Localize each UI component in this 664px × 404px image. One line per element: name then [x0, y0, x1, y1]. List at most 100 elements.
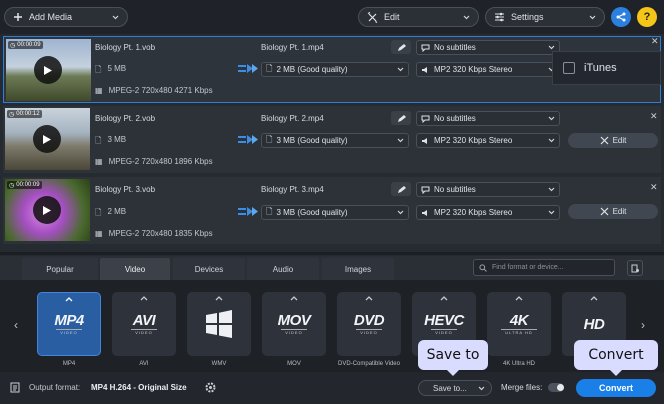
itunes-label: iTunes [584, 62, 617, 74]
convert-arrow-icon [237, 206, 259, 217]
settings-label: Settings [511, 12, 544, 22]
itunes-option[interactable]: iTunes [552, 51, 661, 85]
play-button[interactable] [34, 56, 62, 84]
chevron-down-icon [548, 187, 555, 192]
share-button[interactable] [611, 7, 631, 27]
gear-icon[interactable] [205, 382, 216, 393]
convert-button[interactable]: Convert [576, 379, 656, 397]
convert-tooltip-text: Convert [588, 347, 644, 363]
format-mp4[interactable]: MP4 VIDEO [37, 292, 101, 356]
subtitles-select[interactable]: No subtitles [416, 40, 560, 55]
tools-icon [600, 136, 609, 145]
audio-track-select[interactable]: MP2 320 Kbps Stereo [416, 133, 560, 148]
tab-popular[interactable]: Popular [22, 258, 98, 280]
rename-button[interactable] [391, 111, 411, 125]
video-thumbnail[interactable]: ◷ 00:00:12 [5, 108, 90, 170]
subtitles-select[interactable]: No subtitles [416, 111, 560, 126]
caret-up-icon [337, 296, 401, 301]
rename-button[interactable] [391, 182, 411, 196]
device-detect-button[interactable] [627, 260, 643, 276]
remove-file-icon[interactable]: ✕ [650, 182, 658, 193]
save-to-label: Save to... [433, 383, 467, 393]
audio-track-text: MP2 320 Kbps Stereo [434, 208, 513, 217]
audio-track-select[interactable]: MP2 320 Kbps Stereo [416, 62, 560, 77]
format-mov[interactable]: MOV VIDEO [262, 292, 326, 356]
convert-label: Convert [598, 383, 633, 393]
format-search-input[interactable]: Find format or device... [473, 259, 615, 276]
format-logo-sub: VIDEO [281, 329, 307, 335]
format-4k[interactable]: 4K ULTRA HD [487, 292, 551, 356]
tab-video[interactable]: Video [100, 258, 170, 280]
play-button[interactable] [33, 125, 61, 153]
format-dvd[interactable]: DVD VIDEO [337, 292, 401, 356]
pencil-icon [397, 43, 406, 52]
speech-bubble-icon [421, 115, 430, 123]
format-logo: HEVC [424, 312, 464, 329]
video-thumbnail[interactable]: ◷ 00:00:09 [6, 39, 91, 101]
caret-up-icon [187, 296, 251, 301]
caret-up-icon [38, 297, 100, 302]
clock-icon: ◷ [9, 182, 15, 189]
itunes-checkbox[interactable] [563, 62, 575, 74]
format-avi[interactable]: AVI VIDEO [112, 292, 176, 356]
output-quality-select[interactable]: 🗋 3 MB (Good quality) [261, 133, 409, 148]
edit-button[interactable]: Edit [568, 204, 658, 219]
caret-up-icon [112, 296, 176, 301]
pencil-icon [397, 114, 406, 123]
output-quality-text: 3 MB (Good quality) [276, 208, 348, 217]
duration-badge: ◷ 00:00:09 [7, 181, 42, 189]
settings-menu-button[interactable]: Settings [485, 7, 605, 27]
source-file-name: Biology Pt. 2.vob [95, 114, 156, 123]
format-logo: MP4 [54, 312, 84, 329]
clock-icon: ◷ [10, 42, 16, 49]
edit-menu-button[interactable]: Edit [358, 7, 479, 27]
play-icon [42, 134, 52, 145]
output-quality-select[interactable]: 🗋 3 MB (Good quality) [261, 205, 409, 220]
source-codec: ▦ MPEG-2 720x480 1896 Kbps [95, 157, 213, 166]
format-label: AVI [139, 361, 149, 367]
subtitles-text: No subtitles [434, 185, 476, 194]
subtitles-select[interactable]: No subtitles [416, 182, 560, 197]
remove-file-icon[interactable]: ✕ [650, 111, 658, 122]
file-row-2[interactable]: ◷ 00:00:12 Biology Pt. 2.vob 🗋 3 MB ▦ MPEG-… [3, 106, 661, 173]
audio-track-text: MP2 320 Kbps Stereo [434, 136, 513, 145]
output-format-label: Output format: [29, 383, 81, 392]
file-icon: 🗋 [266, 63, 273, 73]
tab-audio[interactable]: Audio [247, 258, 319, 280]
save-to-tooltip: Save to [418, 340, 488, 376]
output-quality-text: 3 MB (Good quality) [276, 136, 348, 145]
format-wmv[interactable] [187, 292, 251, 356]
edit-button[interactable]: Edit [568, 133, 658, 148]
help-button[interactable]: ? [637, 7, 657, 27]
sliders-icon [494, 12, 505, 22]
caret-up-icon [412, 296, 476, 301]
chevron-left-icon[interactable]: ‹ [14, 318, 18, 332]
output-format-icon [10, 382, 20, 393]
device-icon [631, 264, 640, 273]
output-quality-select[interactable]: 🗋 2 MB (Good quality) [261, 62, 409, 77]
audio-track-select[interactable]: MP2 320 Kbps Stereo [416, 205, 560, 220]
tab-images[interactable]: Images [322, 258, 394, 280]
chevron-right-icon[interactable]: › [641, 318, 645, 332]
file-row-3[interactable]: ◷ 00:00:09 Biology Pt. 3.vob 🗋 2 MB ▦ MPEG-… [3, 177, 661, 244]
tab-devices[interactable]: Devices [173, 258, 245, 280]
save-to-button[interactable]: Save to... [418, 380, 492, 396]
format-logo-sub: ULTRA HD [501, 329, 537, 335]
format-label: 4K Ultra HD [502, 361, 535, 367]
play-icon [43, 65, 53, 76]
add-media-button[interactable]: Add Media [4, 7, 128, 27]
play-button[interactable] [33, 196, 61, 224]
convert-tooltip: Convert [574, 340, 658, 376]
output-file-name: Biology Pt. 3.mp4 [261, 185, 324, 194]
rename-button[interactable] [391, 40, 411, 54]
search-placeholder: Find format or device... [492, 264, 564, 271]
file-icon: 🗋 [266, 134, 273, 144]
format-label: MP4 [62, 361, 76, 367]
source-codec-text: MPEG-2 720x480 1896 Kbps [108, 157, 213, 166]
remove-file-icon[interactable]: ✕ [651, 36, 659, 47]
merge-files-toggle[interactable] [548, 383, 564, 392]
caret-up-icon [487, 296, 551, 301]
speech-bubble-icon [421, 44, 430, 52]
film-icon: ▦ [95, 229, 103, 238]
video-thumbnail[interactable]: ◷ 00:00:09 [5, 179, 90, 241]
